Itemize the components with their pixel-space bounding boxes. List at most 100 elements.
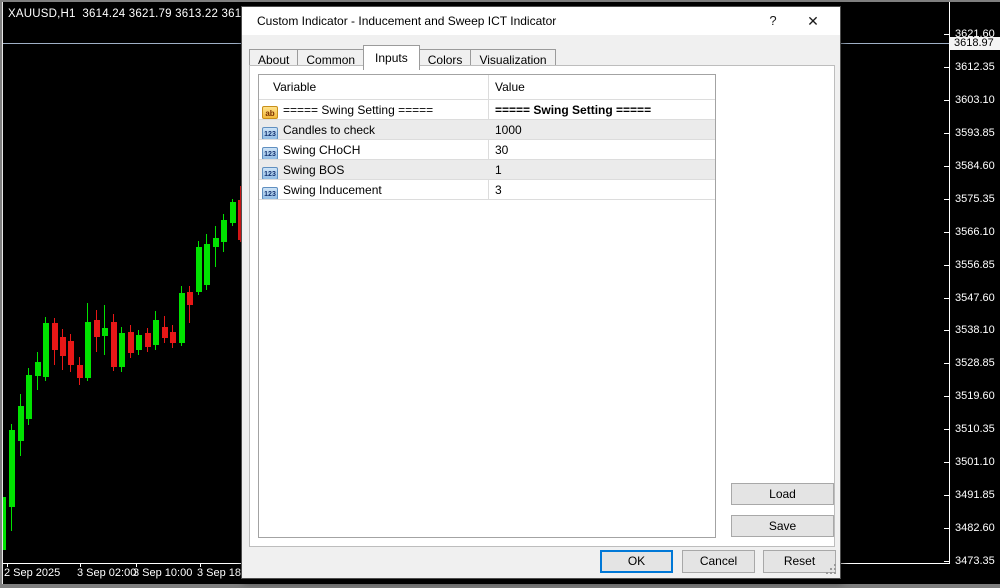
symbol-ohlc-readout: XAUUSD,H1 3614.24 3621.79 3613.22 3618.9… xyxy=(8,8,265,20)
candle-body xyxy=(136,335,142,350)
candle-body xyxy=(204,244,210,285)
column-header-value: Value xyxy=(495,80,525,94)
price-tick xyxy=(944,298,949,299)
candle-body xyxy=(170,332,176,343)
price-tick xyxy=(944,265,949,266)
price-tick xyxy=(944,561,949,562)
ok-button[interactable]: OK xyxy=(600,550,673,573)
price-axis-label: 3556.85 xyxy=(955,259,995,271)
parameters-table: Variable Value ab ===== Swing Setting ===… xyxy=(258,74,716,538)
candle-body xyxy=(43,323,49,377)
param-name: 123 Swing Inducement xyxy=(262,180,382,200)
price-axis-label: 3538.10 xyxy=(955,324,995,336)
reset-button[interactable]: Reset xyxy=(763,550,836,573)
candle-body xyxy=(9,430,15,507)
price-tick xyxy=(944,133,949,134)
price-axis-label: 3593.85 xyxy=(955,127,995,139)
candle-body xyxy=(68,341,74,365)
candle-body xyxy=(60,337,66,356)
param-row-4[interactable]: 123 Swing BOS 1 xyxy=(259,160,715,180)
dialog-title: Custom Indicator - Inducement and Sweep … xyxy=(257,14,557,28)
candle-body xyxy=(179,293,185,343)
price-axis-label: 3584.60 xyxy=(955,160,995,172)
param-name: 123 Swing BOS xyxy=(262,160,344,180)
price-tick xyxy=(944,166,949,167)
dialog-tabs: About Common Inputs Colors Visualization xyxy=(249,45,556,70)
custom-indicator-dialog: Custom Indicator - Inducement and Sweep … xyxy=(241,6,841,579)
current-price-label: 3618.97 xyxy=(950,37,1000,50)
candle-body xyxy=(18,406,24,441)
load-button[interactable]: Load xyxy=(731,483,834,505)
price-axis-line xyxy=(949,0,950,564)
candle-body xyxy=(35,362,41,376)
price-axis-label: 3473.35 xyxy=(955,555,995,567)
save-button[interactable]: Save xyxy=(731,515,834,537)
price-axis-label: 3528.85 xyxy=(955,357,995,369)
candle-body xyxy=(162,327,168,338)
candle-body xyxy=(221,220,227,242)
candle-body xyxy=(145,333,151,347)
price-tick xyxy=(944,495,949,496)
price-tick xyxy=(944,330,949,331)
price-axis-label: 3547.60 xyxy=(955,292,995,304)
param-value[interactable]: 1000 xyxy=(495,120,522,140)
param-row-5[interactable]: 123 Swing Inducement 3 xyxy=(259,180,715,200)
price-tick xyxy=(944,429,949,430)
candle-body xyxy=(77,365,83,378)
param-value[interactable]: 3 xyxy=(495,180,502,200)
resize-grip[interactable] xyxy=(834,572,836,574)
price-tick xyxy=(944,232,949,233)
dialog-titlebar[interactable]: Custom Indicator - Inducement and Sweep … xyxy=(242,7,840,35)
time-axis-label: 3 Sep 02:00 xyxy=(77,567,137,579)
candle-body xyxy=(153,320,159,345)
window-bottom-edge xyxy=(0,584,1000,588)
help-icon[interactable]: ? xyxy=(758,7,788,35)
column-header-variable: Variable xyxy=(273,80,317,94)
candle-body xyxy=(111,322,117,367)
cancel-button[interactable]: Cancel xyxy=(682,550,755,573)
tab-inputs[interactable]: Inputs xyxy=(363,45,420,70)
param-value[interactable]: 1 xyxy=(495,160,502,180)
string-param-icon: ab xyxy=(262,106,278,119)
price-tick xyxy=(944,34,949,35)
price-axis-label: 3482.60 xyxy=(955,522,995,534)
window-top-edge xyxy=(0,0,1000,2)
candle-body xyxy=(213,238,219,247)
candle-body xyxy=(26,375,32,419)
table-header: Variable Value xyxy=(259,75,715,99)
price-axis-label: 3519.60 xyxy=(955,390,995,402)
candle-body xyxy=(230,202,236,223)
param-name: 123 Candles to check xyxy=(262,120,375,140)
price-axis-label: 3501.10 xyxy=(955,456,995,468)
candle-body xyxy=(85,322,91,378)
price-tick xyxy=(944,67,949,68)
price-axis-label: 3491.85 xyxy=(955,489,995,501)
param-row-3[interactable]: 123 Swing CHoCH 30 xyxy=(259,140,715,160)
price-tick xyxy=(944,199,949,200)
time-axis-label: 2 Sep 2025 xyxy=(4,567,61,579)
price-tick xyxy=(944,462,949,463)
param-row-2[interactable]: 123 Candles to check 1000 xyxy=(259,120,715,140)
param-value[interactable]: ===== Swing Setting ===== xyxy=(495,100,651,120)
candle-body xyxy=(187,292,193,305)
price-axis-label: 3566.10 xyxy=(955,226,995,238)
window-left-highlight xyxy=(2,2,3,584)
candle-body xyxy=(102,328,108,336)
price-axis-label: 3612.35 xyxy=(955,61,995,73)
mt4-window: XAUUSD,H1 3614.24 3621.79 3613.22 3618.9… xyxy=(0,0,1000,588)
row-separator xyxy=(259,199,715,200)
candle-body xyxy=(94,320,100,337)
param-name: ab ===== Swing Setting ===== xyxy=(262,100,433,120)
candle-body xyxy=(128,332,134,353)
param-row-1[interactable]: ab ===== Swing Setting ===== ===== Swing S… xyxy=(259,100,715,120)
param-value[interactable]: 30 xyxy=(495,140,508,160)
param-name: 123 Swing CHoCH xyxy=(262,140,360,160)
price-tick xyxy=(944,100,949,101)
price-tick xyxy=(944,363,949,364)
time-axis-label: 3 Sep 10:00 xyxy=(133,567,193,579)
candle-body xyxy=(52,323,58,350)
price-axis-label: 3510.35 xyxy=(955,423,995,435)
close-icon[interactable]: ✕ xyxy=(798,7,828,35)
price-axis-label: 3603.10 xyxy=(955,94,995,106)
price-tick xyxy=(944,528,949,529)
